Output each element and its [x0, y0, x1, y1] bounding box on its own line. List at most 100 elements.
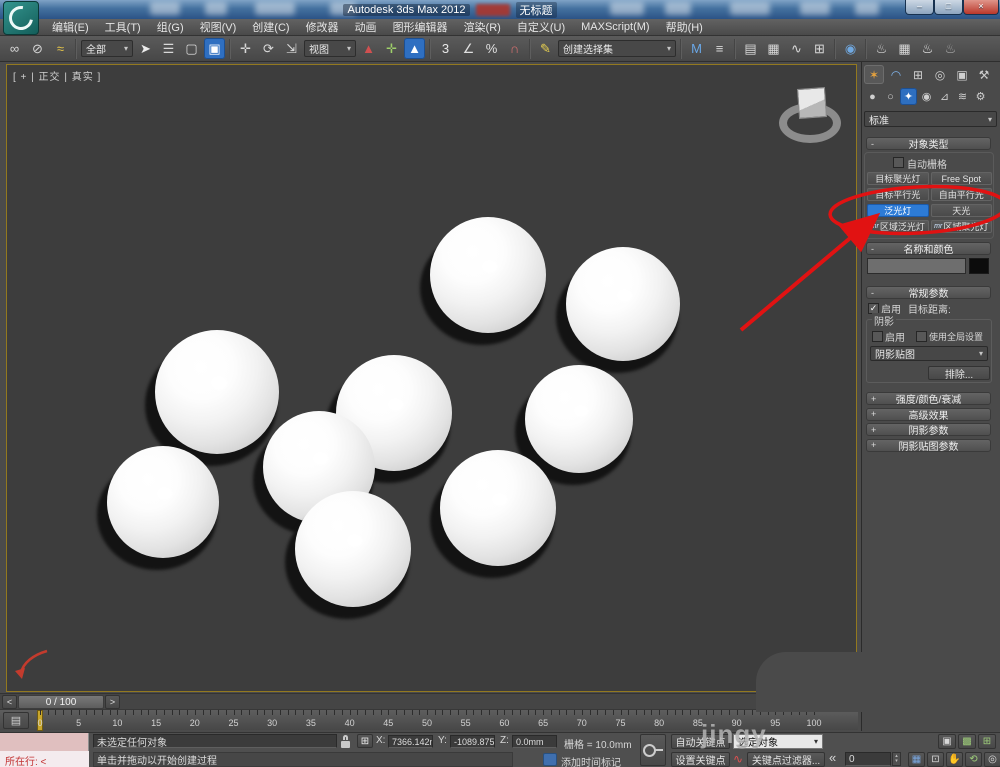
go-to-start-icon[interactable]: «	[829, 750, 836, 765]
mirror-icon[interactable]: M	[686, 38, 707, 59]
bind-to-space-warp-icon[interactable]: ≈	[50, 38, 71, 59]
rollout-collapsed-4[interactable]: + 阴影贴图参数	[866, 438, 991, 453]
previous-frame-button[interactable]: <	[2, 695, 17, 709]
menu-item-7[interactable]: 动画	[347, 19, 385, 35]
align-icon[interactable]: ≡	[709, 38, 730, 59]
maximize-button[interactable]: □	[934, 0, 963, 15]
material-editor-icon[interactable]: ◉	[840, 38, 861, 59]
set-key-icon[interactable]	[640, 734, 666, 766]
field-of-view-icon[interactable]: ◎	[984, 752, 1000, 767]
y-coordinate-field[interactable]: -1089.875m	[450, 735, 495, 748]
rendered-frame-window-icon[interactable]: ▦	[894, 38, 915, 59]
sphere-object-5[interactable]	[525, 365, 633, 473]
object-type-button-3[interactable]: 目标平行光	[867, 188, 929, 201]
menu-item-1[interactable]: 编辑(E)	[44, 19, 97, 35]
schematic-view-icon[interactable]: ⊞	[809, 38, 830, 59]
spinner-snap-icon[interactable]: ∩	[504, 38, 525, 59]
menu-item-10[interactable]: 自定义(U)	[509, 19, 573, 35]
viewcube-icon[interactable]	[796, 87, 828, 119]
key-filters-button[interactable]: 关键点过滤器...	[747, 752, 825, 767]
category-space-warps[interactable]: ≋	[954, 88, 971, 105]
object-type-button-7[interactable]: mr 区域泛光灯	[867, 220, 929, 233]
viewport-label[interactable]: [ + | 正交 | 真实 ]	[13, 68, 101, 83]
maxscript-listener-field[interactable]: 所在行: <	[0, 751, 89, 767]
absolute-offset-mode-icon[interactable]: ⊞	[357, 734, 373, 748]
named-selection-set-dropdown[interactable]: 创建选择集 ▾	[558, 40, 676, 57]
sphere-object-3[interactable]	[155, 330, 279, 454]
window-crossing-icon[interactable]: ▣	[204, 38, 225, 59]
current-frame-field[interactable]: 0	[845, 752, 891, 766]
select-by-name-icon[interactable]: ☰	[158, 38, 179, 59]
time-slider-handle[interactable]: 0 / 100	[18, 695, 104, 709]
autogrid-checkbox[interactable]	[893, 157, 904, 168]
keyboard-shortcut-override-icon[interactable]: ▲	[404, 38, 425, 59]
object-type-button-6[interactable]: 天光	[930, 204, 992, 217]
pan-hand-icon[interactable]: ✋	[946, 752, 963, 767]
x-coordinate-field[interactable]: 7366.142m	[388, 735, 433, 748]
select-and-link-icon[interactable]: ∞	[4, 38, 25, 59]
next-frame-button[interactable]: >	[105, 695, 120, 709]
layer-manager-icon[interactable]: ▤	[740, 38, 761, 59]
menu-item-9[interactable]: 渲染(R)	[456, 19, 509, 35]
tab-display[interactable]: ▣	[952, 65, 972, 84]
set-key-button[interactable]: 设置关键点	[671, 752, 730, 767]
select-and-manipulate-icon[interactable]: ✛	[381, 38, 402, 59]
time-slider-track[interactable]: < 0 / 100 >	[0, 693, 858, 709]
close-button[interactable]: ×	[963, 0, 999, 15]
spinner-down-icon[interactable]: ▾	[895, 759, 898, 764]
unlink-selection-icon[interactable]: ⊘	[27, 38, 48, 59]
angle-snap-icon[interactable]: ∠	[458, 38, 479, 59]
tab-create[interactable]: ✶	[864, 65, 884, 84]
use-pivot-point-center-icon[interactable]: ▲	[358, 38, 379, 59]
snaps-toggle-icon[interactable]: 3	[435, 38, 456, 59]
tab-hierarchy[interactable]: ⊞	[908, 65, 928, 84]
zoom-extents-selected-icon[interactable]: ▩	[958, 734, 976, 749]
object-type-button-1[interactable]: 目标聚光灯	[867, 172, 929, 185]
zoom-extents-all-icon[interactable]: ⊞	[978, 734, 996, 749]
object-color-swatch[interactable]	[969, 258, 989, 274]
light-type-dropdown[interactable]: 标准 ▾	[864, 111, 997, 127]
object-type-button-8[interactable]: mr 区域聚光灯	[930, 220, 992, 233]
rollout-object-type[interactable]: - 对象类型	[866, 137, 991, 151]
category-cameras[interactable]: ◉	[918, 88, 935, 105]
shadow-enable-checkbox[interactable]	[872, 331, 883, 342]
selection-filter-dropdown[interactable]: 全部 ▾	[81, 40, 133, 57]
menu-item-12[interactable]: 帮助(H)	[658, 19, 711, 35]
rollout-collapsed-1[interactable]: + 强度/颜色/衰减	[866, 392, 991, 406]
render-setup-icon[interactable]: ♨	[871, 38, 892, 59]
category-systems[interactable]: ⚙	[972, 88, 989, 105]
sphere-object-9[interactable]	[295, 491, 411, 607]
sphere-object-1[interactable]	[430, 217, 546, 333]
menu-item-2[interactable]: 工具(T)	[97, 19, 149, 35]
menu-item-3[interactable]: 组(G)	[149, 19, 192, 35]
sphere-object-8[interactable]	[440, 450, 556, 566]
shadow-type-dropdown[interactable]: 阴影贴图 ▾	[870, 346, 988, 361]
render-production-icon[interactable]: ♨	[917, 38, 938, 59]
select-and-move-icon[interactable]: ✛	[235, 38, 256, 59]
orbit-icon[interactable]: ⟲	[965, 752, 982, 767]
category-lights[interactable]: ✦	[900, 88, 917, 105]
select-and-scale-icon[interactable]: ⇲	[281, 38, 302, 59]
select-object-icon[interactable]: ➤	[135, 38, 156, 59]
zoom-region-icon[interactable]: ⊡	[927, 752, 944, 767]
menu-item-5[interactable]: 创建(C)	[244, 19, 297, 35]
rollout-name-and-color[interactable]: - 名称和颜色	[866, 242, 991, 256]
menu-item-11[interactable]: MAXScript(M)	[573, 21, 657, 33]
curve-editor-icon[interactable]: ∿	[786, 38, 807, 59]
minimize-button[interactable]: –	[905, 0, 934, 15]
object-type-button-2[interactable]: Free Spot	[930, 172, 992, 185]
isolate-grid-icon[interactable]: ▦	[908, 752, 925, 767]
key-mode-curve-icon[interactable]: ∿	[733, 752, 743, 766]
menu-item-8[interactable]: 图形编辑器	[385, 19, 456, 35]
rollout-collapsed-3[interactable]: + 阴影参数	[866, 423, 991, 437]
tab-motion[interactable]: ◎	[930, 65, 950, 84]
mini-curve-editor-icon[interactable]: ▤	[3, 712, 29, 729]
rollout-collapsed-2[interactable]: + 高级效果	[866, 407, 991, 422]
menu-item-4[interactable]: 视图(V)	[192, 19, 245, 35]
percent-snap-icon[interactable]: %	[481, 38, 502, 59]
rectangular-selection-region-icon[interactable]: ▢	[181, 38, 202, 59]
select-and-rotate-icon[interactable]: ⟳	[258, 38, 279, 59]
viewport[interactable]: [ + | 正交 | 真实 ]	[6, 64, 857, 692]
menu-item-6[interactable]: 修改器	[298, 19, 347, 35]
category-helpers[interactable]: ⊿	[936, 88, 953, 105]
